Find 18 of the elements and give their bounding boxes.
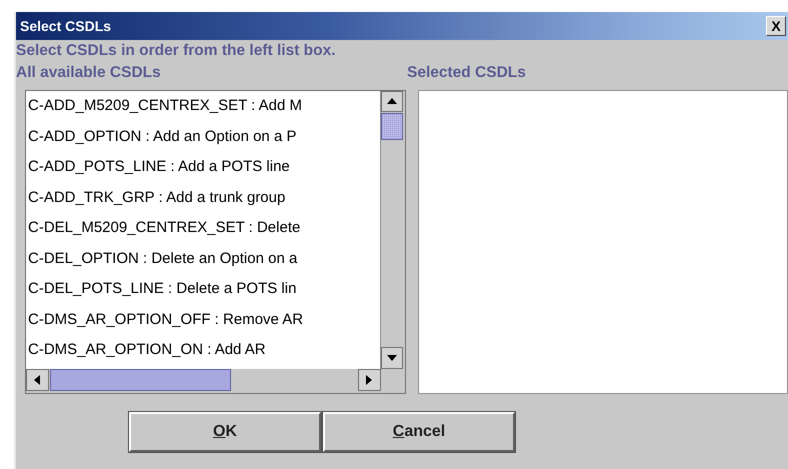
list-item[interactable]: C-DEL_M5209_CENTREX_SET : Delete: [28, 213, 380, 244]
list-item[interactable]: C-ADD_TRK_GRP : Add a trunk group: [28, 182, 380, 213]
horizontal-scrollbar[interactable]: [26, 369, 381, 391]
list-item[interactable]: C-ADD_M5209_CENTREX_SET : Add M: [28, 91, 380, 122]
list-item[interactable]: C-DEL_POTS_LINE : Delete a POTS lin: [28, 274, 380, 304]
list-label: Selected CSDLs: [407, 63, 526, 83]
instruction-text: Select CSDLs in order from the left list box.: [16, 41, 337, 61]
vertical-scrollbar[interactable]: [381, 91, 403, 369]
list-item[interactable]: C-ADD_POTS_LINE : Add a POTS line: [28, 152, 380, 182]
list-item[interactable]: C-DMS_AR_OPTION_ON : Add AR: [28, 335, 380, 366]
list-item[interactable]: C-DEL_OPTION : Delete an Option on a: [28, 244, 380, 274]
list-label: All available CSDLs: [16, 63, 162, 83]
list-item[interactable]: C-ADD_OPTION : Add an Option on a P: [28, 122, 380, 152]
ok-button[interactable]: OK: [129, 412, 321, 452]
window-title: Select CSDLs: [20, 16, 112, 36]
cancel-button[interactable]: Cancel: [323, 412, 515, 452]
close-button[interactable]: X: [766, 16, 786, 36]
list-item[interactable]: C-DMS_AR_OPTION_OFF : Remove AR: [28, 304, 380, 335]
